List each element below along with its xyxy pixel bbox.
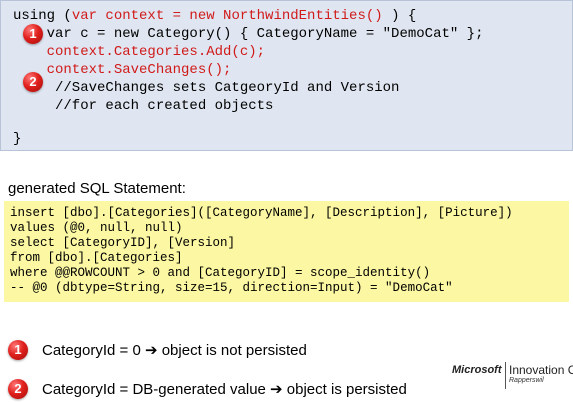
sql-line: values (@0, null, null) bbox=[10, 221, 183, 235]
sql-line: select [CategoryID], [Version] bbox=[10, 236, 236, 250]
code-text: using ( bbox=[13, 8, 72, 24]
logo-divider bbox=[505, 362, 506, 389]
code-line-comment-1: //SaveChanges sets CatgeoryId and Versio… bbox=[13, 79, 399, 97]
code-text: //SaveChanges sets CatgeoryId and Versio… bbox=[13, 80, 400, 96]
sql-line: insert [dbo].[Categories]([CategoryName]… bbox=[10, 206, 513, 220]
code-text: //for each created objects bbox=[13, 98, 274, 114]
code-line-add: context.Categories.Add(c); bbox=[13, 43, 265, 61]
code-text: ) { bbox=[382, 8, 417, 24]
legend-marker-1-icon: 1 bbox=[8, 340, 28, 360]
logo-brand: Microsoft bbox=[452, 364, 502, 376]
code-text: } bbox=[13, 131, 22, 147]
code-panel: using (var context = new NorthwindEntiti… bbox=[0, 0, 573, 151]
sql-heading: generated SQL Statement: bbox=[8, 180, 186, 197]
sql-panel: insert [dbo].[Categories]([CategoryName]… bbox=[4, 201, 569, 302]
code-text-highlight: var context = new NorthwindEntities() bbox=[71, 8, 383, 24]
code-line-new-category: var c = new Category() { CategoryName = … bbox=[13, 25, 484, 43]
legend-text-2: CategoryId = DB-generated value ➔ object… bbox=[42, 381, 407, 398]
code-text-highlight: context.Categories.Add(c); bbox=[13, 44, 266, 60]
code-line-using: using (var context = new NorthwindEntiti… bbox=[13, 7, 416, 25]
marker-2-icon: 2 bbox=[23, 72, 43, 92]
code-line-close-brace: } bbox=[13, 130, 21, 148]
code-text-highlight: context.SaveChanges(); bbox=[13, 62, 232, 78]
microsoft-innovation-logo: Microsoft Innovation C Rapperswil bbox=[452, 361, 573, 391]
legend-text-1: CategoryId = 0 ➔ object is not persisted bbox=[42, 342, 307, 359]
sql-line: where @@ROWCOUNT > 0 and [CategoryID] = … bbox=[10, 266, 431, 280]
sql-line: from [dbo].[Categories] bbox=[10, 251, 183, 265]
logo-subtitle: Rapperswil bbox=[509, 377, 544, 384]
code-line-comment-2: //for each created objects bbox=[13, 97, 273, 115]
code-text: var c = new Category() { CategoryName = … bbox=[13, 26, 484, 42]
marker-1-icon: 1 bbox=[23, 24, 43, 44]
code-line-save-changes: context.SaveChanges(); bbox=[13, 61, 232, 79]
logo-title: Innovation C bbox=[509, 363, 573, 377]
sql-line: -- @0 (dbtype=String, size=15, direction… bbox=[10, 281, 453, 295]
legend-marker-2-icon: 2 bbox=[8, 379, 28, 399]
